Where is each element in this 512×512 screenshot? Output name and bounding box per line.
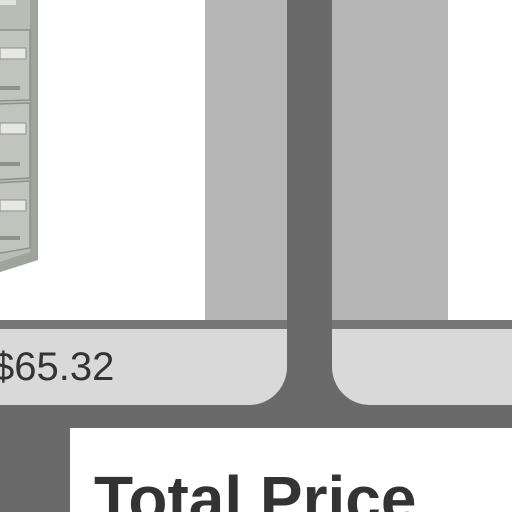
product-card-1[interactable]: $65.32: [0, 0, 287, 405]
card-divider: [332, 320, 512, 329]
product-price: $65.32: [0, 345, 115, 389]
product-image-area: [332, 0, 512, 320]
product-image-area: [0, 0, 287, 320]
total-price-label: Total Price: [94, 463, 417, 512]
product-card-2[interactable]: [332, 0, 512, 405]
total-price-panel: Total Price: [70, 428, 512, 512]
product-image: [448, 0, 512, 320]
filing-cabinet-icon: [0, 0, 38, 273]
price-comparison-screen: $65.32 Total Price: [0, 0, 512, 512]
product-image: [0, 0, 205, 320]
card-divider: [0, 320, 287, 329]
